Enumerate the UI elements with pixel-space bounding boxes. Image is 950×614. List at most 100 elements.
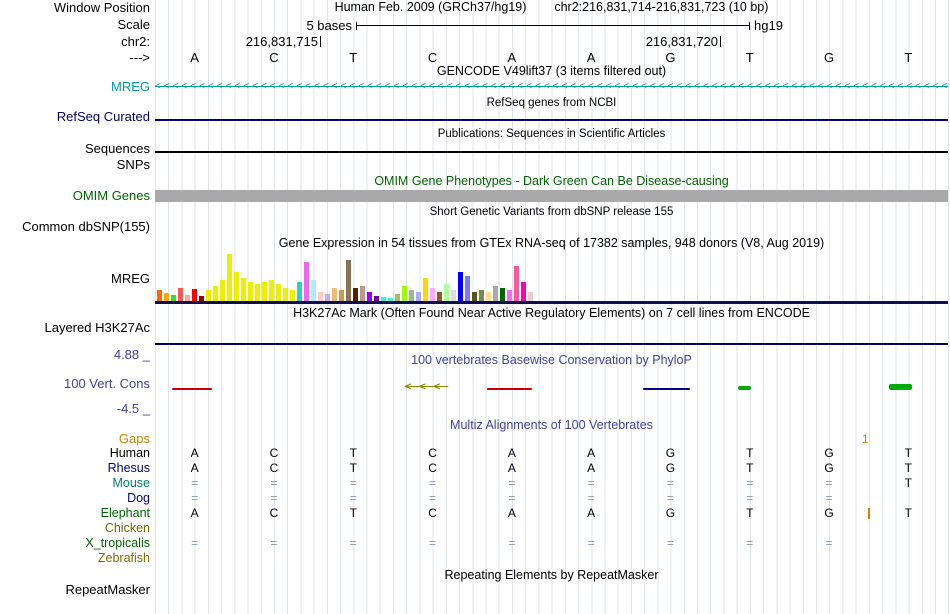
conservation-track-title: 100 vertebrates Basewise Conservation by… <box>411 353 692 367</box>
gtex-expression-bar <box>353 288 358 302</box>
gtex-expression-bar <box>269 280 274 302</box>
alignment-base: = <box>746 491 754 505</box>
species-label[interactable]: Chicken <box>0 521 150 536</box>
reference-base: A <box>586 50 596 65</box>
alignment-base: A <box>587 461 596 475</box>
alignment-base: A <box>507 506 516 520</box>
multiz-row-chicken[interactable]: Chicken <box>0 521 950 536</box>
multiz-row-rhesus[interactable]: Rhesus A C T C A A G T G T <box>0 461 950 476</box>
reference-base: C <box>269 50 279 65</box>
alignment-base: = <box>429 491 437 505</box>
gencode-gene-arrows[interactable]: <<<<<<<<<<<<<<<<<<<<<<<<<<<<<<<<<<<<<<<<… <box>155 80 948 93</box>
sequences-label[interactable]: Sequences <box>0 142 150 155</box>
species-label[interactable]: Elephant <box>0 506 150 521</box>
multiz-row-dog[interactable]: Dog = = = = = = = = = <box>0 491 950 506</box>
gtex-expression-bar <box>283 288 288 302</box>
scale-value: 5 bases <box>306 18 352 33</box>
layered-h3k27ac-label[interactable]: Layered H3K27Ac <box>0 321 150 334</box>
gtex-expression-chart[interactable] <box>155 250 948 302</box>
gencode-track-title: GENCODE V49lift37 (3 items filtered out) <box>436 64 667 78</box>
h3k27ac-track-line[interactable] <box>155 343 948 345</box>
reference-base: T <box>349 50 358 65</box>
omim-genes-bar[interactable] <box>155 190 948 202</box>
alignment-base: G <box>824 506 834 520</box>
species-label[interactable]: Zebrafish <box>0 551 150 566</box>
position-range: chr2:216,831,714-216,831,723 (10 bp) <box>554 0 769 14</box>
gtex-expression-bar <box>423 278 428 302</box>
conservation-track-label[interactable]: 100 Vert. Cons <box>0 377 150 390</box>
alignment-base: = <box>349 476 357 490</box>
gtex-expression-bar <box>500 288 505 302</box>
reference-base: C <box>427 50 438 65</box>
omim-genes-label[interactable]: OMIM Genes <box>0 189 150 202</box>
assembly-title: Human Feb. 2009 (GRCh37/hg19) <box>334 0 527 14</box>
alignment-base: = <box>429 476 437 490</box>
species-label[interactable]: Mouse <box>0 476 150 491</box>
gtex-expression-bar <box>346 260 351 302</box>
common-dbsnp-label[interactable]: Common dbSNP(155) <box>0 220 150 233</box>
gencode-gene-label[interactable]: MREG <box>0 80 150 93</box>
gtex-expression-bar <box>304 262 309 302</box>
alignment-base: A <box>587 446 596 460</box>
alignment-base: G <box>824 446 834 460</box>
species-label[interactable]: Human <box>0 446 150 461</box>
multiz-row-elephant[interactable]: Elephant A C T C A A G T G T <box>0 506 950 521</box>
gtex-expression-bar <box>220 280 225 302</box>
conservation-mark <box>889 384 912 390</box>
multiz-row-zebrafish[interactable]: Zebrafish <box>0 551 950 566</box>
reference-base: A <box>507 50 517 65</box>
alignment-base: C <box>269 506 279 520</box>
alignment-base: = <box>825 536 833 550</box>
conservation-mark <box>172 388 212 390</box>
multiz-track-title: Multiz Alignments of 100 Vertebrates <box>450 418 653 432</box>
alignment-base: = <box>270 491 278 505</box>
repeatmasker-label[interactable]: RepeatMasker <box>0 583 150 596</box>
alignment-base: = <box>746 476 754 490</box>
alignment-base: T <box>904 506 913 520</box>
conservation-mark <box>487 388 532 390</box>
alignment-base: = <box>270 536 278 550</box>
refseq-curated-track-line[interactable] <box>155 119 948 121</box>
gap-size-marker: 1 <box>862 432 869 446</box>
genome-browser-image: Window Position Human Feb. 2009 (GRCh37/… <box>0 0 950 614</box>
alignment-base: = <box>825 491 833 505</box>
conservation-max-label: 4.88 _ <box>113 347 150 362</box>
conservation-min-label: -4.5 _ <box>116 401 150 416</box>
snps-label[interactable]: SNPs <box>0 158 150 171</box>
h3k27ac-track-title: H3K27Ac Mark (Often Found Near Active Re… <box>293 306 810 320</box>
conservation-track[interactable]: <<< <box>155 379 948 401</box>
species-label[interactable]: Dog <box>0 491 150 506</box>
species-label[interactable]: X_tropicalis <box>0 536 150 551</box>
publications-track-title: Publications: Sequences in Scientific Ar… <box>437 128 666 140</box>
gtex-gene-label[interactable]: MREG <box>0 272 150 285</box>
gtex-expression-bar <box>234 272 239 302</box>
reference-base: G <box>665 50 676 65</box>
reference-base: A <box>190 50 199 65</box>
alignment-base: A <box>507 461 516 475</box>
gtex-expression-bar <box>458 272 463 302</box>
alignment-base: = <box>508 536 516 550</box>
alignment-base: G <box>665 506 676 520</box>
alignment-base: T <box>349 461 357 475</box>
multiz-row-x_tropicalis[interactable]: X_tropicalis = = = = = = = = = <box>0 536 950 551</box>
omim-track-title: OMIM Gene Phenotypes - Dark Green Can Be… <box>374 174 729 188</box>
gaps-label[interactable]: Gaps <box>0 432 150 445</box>
alignment-base: = <box>429 536 437 550</box>
coordinate-tick <box>320 36 321 47</box>
multiz-row-mouse[interactable]: Mouse = = = = = = = = = T <box>0 476 950 491</box>
alignment-base: A <box>190 461 199 475</box>
alignment-base: C <box>428 461 437 475</box>
gtex-expression-bar <box>276 284 281 302</box>
sequences-track-line[interactable] <box>155 151 948 153</box>
refseq-curated-label[interactable]: RefSeq Curated <box>0 110 150 123</box>
gtex-expression-bar <box>178 288 183 302</box>
gtex-expression-bar <box>402 286 407 302</box>
gtex-expression-bar <box>521 282 526 302</box>
conservation-mark <box>643 388 690 390</box>
alignment-base: A <box>587 506 596 520</box>
multiz-row-human[interactable]: Human A C T C A A G T G T <box>0 446 950 461</box>
species-label[interactable]: Rhesus <box>0 461 150 476</box>
alignment-base: T <box>904 446 913 460</box>
alignment-base: = <box>191 476 199 490</box>
alignment-base: T <box>746 461 754 475</box>
